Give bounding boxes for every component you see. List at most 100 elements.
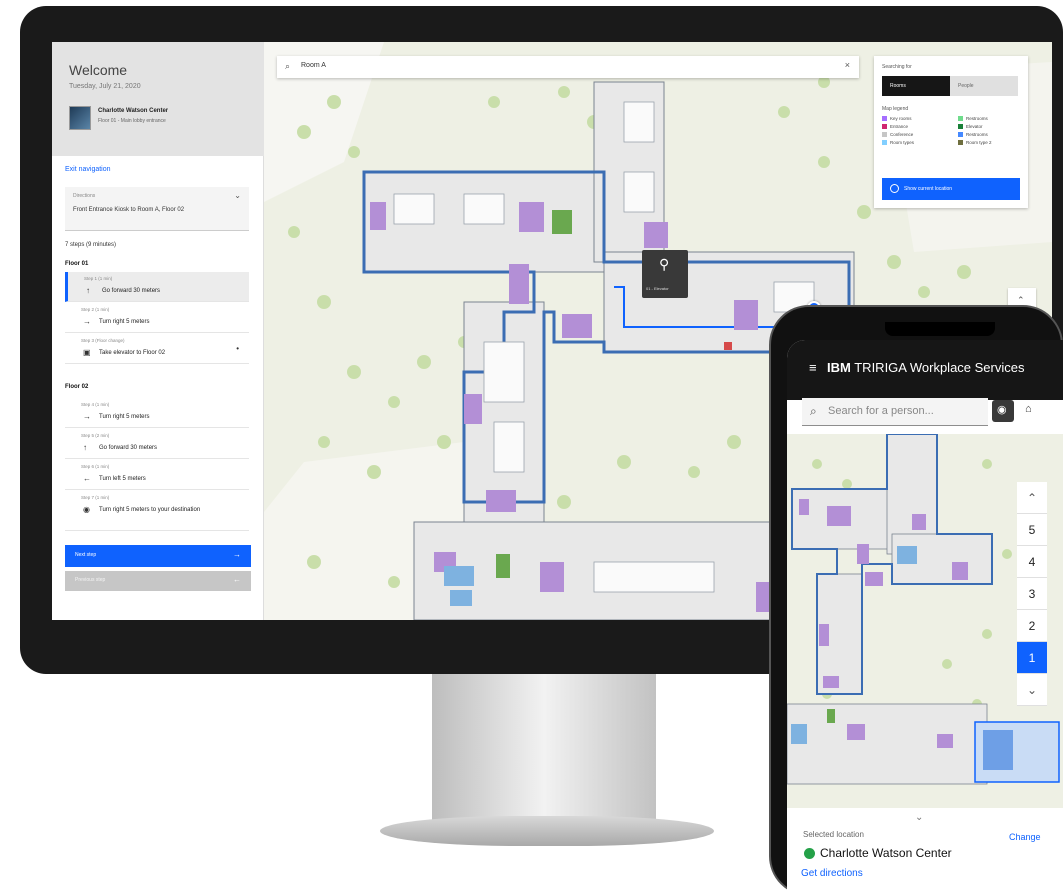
- step-item[interactable]: Step 4 (1 min) → Turn right 5 meters: [65, 398, 249, 428]
- chevron-down-icon: ⌄: [234, 191, 241, 200]
- directions-label: Directions: [73, 193, 96, 199]
- legend-item: Room types: [890, 140, 915, 145]
- legend-swatch: [958, 140, 963, 145]
- floor-selector: ⌃ 5 4 3 2 1 ⌄: [1017, 482, 1047, 718]
- map-pin-icon: ⚲: [659, 256, 670, 272]
- elevator-icon: ▣: [83, 348, 91, 357]
- arrow-right-icon: →: [83, 412, 91, 421]
- search-icon: ⌕: [285, 61, 291, 71]
- legend-item: Room type 2: [966, 140, 992, 145]
- steps-summary: 7 steps (9 minutes): [65, 242, 117, 248]
- floor-heading: Floor 01: [65, 261, 89, 267]
- show-location-label: Show current location: [904, 186, 953, 192]
- location-subtitle: Floor 01 - Main lobby entrance: [98, 118, 166, 124]
- floor-button-5[interactable]: 5: [1017, 514, 1047, 546]
- step-text: Turn right 5 meters: [99, 414, 150, 420]
- selected-location-label: Selected location: [803, 830, 864, 839]
- legend-swatch: [882, 140, 887, 145]
- previous-step-label: Previous step: [75, 577, 106, 583]
- floor-up-button[interactable]: ⌃: [1017, 482, 1047, 514]
- step-text: Go forward 30 meters: [102, 288, 161, 294]
- person-search-input[interactable]: ⌕ Search for a person...: [802, 398, 988, 426]
- app-title: IBM TRIRIGA Workplace Services: [827, 360, 1025, 375]
- arrow-up-icon: ↑: [86, 286, 90, 295]
- destination-pin-icon: ◉: [83, 505, 90, 514]
- legend-item: Key rooms: [890, 116, 912, 121]
- map-legend-panel: Searching for Rooms People Map legend Ke…: [874, 56, 1028, 208]
- search-icon: ⌕: [810, 404, 817, 418]
- step-meta: Step 6 (1 min): [81, 464, 110, 469]
- legend-item: Restrooms: [966, 132, 988, 137]
- current-step-dot-icon: •: [236, 344, 239, 353]
- legend-swatch: [958, 116, 963, 121]
- phone-app-header: ≡ IBM TRIRIGA Workplace Services: [787, 340, 1063, 400]
- step-meta: Step 5 (2 min): [81, 433, 110, 438]
- step-text: Turn left 5 meters: [99, 476, 146, 482]
- floor-button-2[interactable]: 2: [1017, 610, 1047, 642]
- phone-notch: [885, 322, 995, 336]
- arrow-up-icon: ↑: [83, 443, 87, 452]
- arrow-left-icon: ←: [233, 575, 241, 584]
- close-icon[interactable]: ×: [845, 60, 850, 70]
- step-meta: Step 2 (1 min): [81, 307, 110, 312]
- tab-rooms[interactable]: Rooms: [882, 76, 950, 96]
- legend-item: Elevator: [966, 124, 983, 129]
- step-meta: Step 3 (Floor change): [81, 338, 125, 343]
- legend-swatch: [882, 132, 887, 137]
- floor-button-4[interactable]: 4: [1017, 546, 1047, 578]
- arrow-right-icon: →: [83, 317, 91, 326]
- directions-value: Front Entrance Kiosk to Room A, Floor 02: [73, 207, 185, 213]
- step-item[interactable]: Step 2 (1 min) → Turn right 5 meters: [65, 303, 249, 333]
- room-icon: ⌂: [1025, 403, 1032, 415]
- floor-button-1[interactable]: 1: [1017, 642, 1047, 674]
- legend-swatch: [882, 116, 887, 121]
- step-text: Turn right 5 meters: [99, 319, 150, 325]
- building-thumbnail: [69, 106, 91, 130]
- directions-sidebar: Welcome Tuesday, July 21, 2020 Charlotte…: [52, 42, 264, 620]
- search-placeholder: Search for a person...: [828, 405, 934, 417]
- search-value: Room A: [301, 62, 326, 69]
- chevron-down-icon[interactable]: ⌄: [915, 812, 923, 823]
- directions-dropdown[interactable]: Directions Front Entrance Kiosk to Room …: [65, 187, 249, 231]
- elevator-pin-tooltip[interactable]: ⚲ 01 - Elevator: [642, 250, 688, 298]
- arrow-left-icon: ←: [83, 474, 91, 483]
- step-item[interactable]: Step 3 (Floor change) ▣ Take elevator to…: [65, 334, 249, 364]
- legend-item: Conference: [890, 132, 914, 137]
- next-step-button[interactable]: Next step →: [65, 545, 251, 567]
- step-item[interactable]: Step 5 (2 min) ↑ Go forward 30 meters: [65, 429, 249, 459]
- location-target-icon: [890, 184, 899, 193]
- next-step-label: Next step: [75, 552, 97, 558]
- floor-heading: Floor 02: [65, 384, 89, 390]
- show-current-location-button[interactable]: Show current location: [882, 178, 1020, 200]
- previous-step-button[interactable]: Previous step ←: [65, 571, 251, 591]
- get-directions-link[interactable]: Get directions: [801, 868, 863, 879]
- person-filter-button[interactable]: ◉: [992, 400, 1014, 422]
- step-item[interactable]: Step 1 (1 min) ↑ Go forward 30 meters: [65, 272, 249, 302]
- location-name: Charlotte Watson Center: [98, 108, 169, 114]
- hamburger-menu-icon[interactable]: ≡: [809, 360, 817, 375]
- legend-item: Entrance: [890, 124, 909, 129]
- product-name: TRIRIGA Workplace Services: [854, 360, 1025, 375]
- map-search-bar[interactable]: ⌕ Room A ×: [277, 56, 859, 78]
- exit-navigation-link[interactable]: Exit navigation: [65, 166, 111, 173]
- selected-location-name: Charlotte Watson Center: [820, 846, 952, 860]
- tab-rooms-label: Rooms: [890, 83, 906, 89]
- floor-down-button[interactable]: ⌄: [1017, 674, 1047, 706]
- legend-item: Restrooms: [966, 116, 988, 121]
- room-filter-button[interactable]: ⌂: [1020, 400, 1042, 422]
- step-item[interactable]: Step 7 (1 min) ◉ Turn right 5 meters to …: [65, 491, 249, 531]
- step-text: Take elevator to Floor 02: [99, 350, 166, 356]
- legend-swatch: [882, 124, 887, 129]
- floor-button-3[interactable]: 3: [1017, 578, 1047, 610]
- brand-name: IBM: [827, 360, 851, 375]
- tab-people[interactable]: People: [950, 76, 1018, 96]
- change-location-link[interactable]: Change: [1009, 832, 1041, 842]
- step-item[interactable]: Step 6 (1 min) ← Turn left 5 meters: [65, 460, 249, 490]
- step-meta: Step 4 (1 min): [81, 402, 110, 407]
- legend-swatch: [958, 124, 963, 129]
- pin-label: 01 - Elevator: [646, 286, 669, 291]
- monitor-stand-base: [380, 816, 714, 846]
- tab-people-label: People: [958, 83, 974, 89]
- person-icon: ◉: [997, 404, 1007, 416]
- legend-swatch: [958, 132, 963, 137]
